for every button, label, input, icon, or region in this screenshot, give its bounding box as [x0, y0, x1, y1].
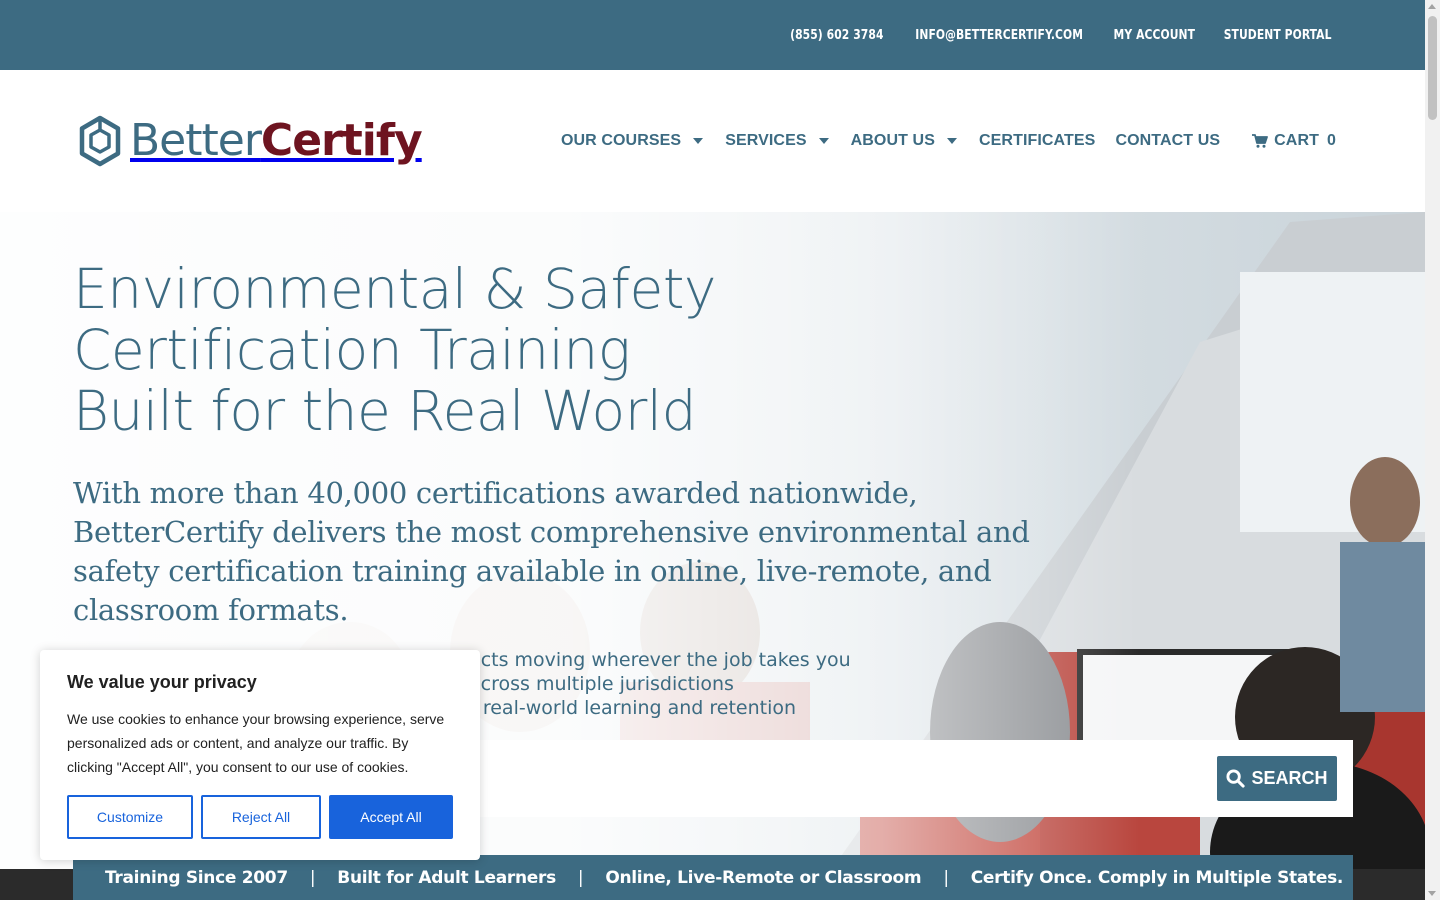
site-header: BetterCertify OUR COURSES SERVICES ABOUT…: [0, 70, 1425, 212]
utility-links: (855) 602 3784 INFO@BETTERCERTIFY.COM MY…: [786, 0, 1336, 70]
nav-contact-us-label: CONTACT US: [1115, 132, 1221, 149]
logo-link[interactable]: BetterCertify: [78, 115, 423, 167]
feature-separator: |: [577, 867, 584, 888]
cart-label: CART: [1274, 132, 1319, 149]
scroll-up-arrow-icon[interactable]: [1428, 4, 1436, 9]
hero-heading-line-2: Certification Training: [73, 318, 631, 382]
hero-heading: Environmental & Safety Certification Tra…: [73, 259, 833, 442]
top-utility-bar: (855) 602 3784 INFO@BETTERCERTIFY.COM MY…: [0, 0, 1425, 70]
scrollbar-thumb[interactable]: [1428, 16, 1437, 120]
cart-link[interactable]: CART 0: [1252, 132, 1336, 150]
feature-separator: |: [309, 867, 316, 888]
cookie-customize-button[interactable]: Customize: [67, 795, 193, 839]
feature-certify-once: Certify Once. Comply in Multiple States.: [970, 867, 1344, 888]
nav-about-us[interactable]: ABOUT US: [851, 132, 959, 150]
hero-heading-line-3: Built for the Real World: [73, 379, 697, 443]
brand-name-better: Better: [130, 115, 262, 166]
nav-about-us-label: ABOUT US: [850, 132, 935, 149]
nav-our-courses-label: OUR COURSES: [560, 132, 682, 149]
brand-wordmark: BetterCertify: [130, 119, 423, 163]
search-icon: [1226, 769, 1246, 788]
feature-formats: Online, Live-Remote or Classroom: [605, 867, 922, 888]
my-account-link[interactable]: MY ACCOUNT: [1114, 28, 1196, 43]
feature-strip: Training Since 2007 | Built for Adult Le…: [73, 855, 1353, 900]
nav-services-label: SERVICES: [725, 132, 807, 149]
nav-services[interactable]: SERVICES: [725, 132, 830, 150]
hero-subheading: With more than 40,000 certifications awa…: [73, 476, 1030, 627]
student-portal-link[interactable]: STUDENT PORTAL: [1223, 28, 1331, 43]
feature-separator: |: [943, 867, 949, 888]
search-button-label: SEARCH: [1251, 768, 1328, 788]
nav-contact-us[interactable]: CONTACT US: [1115, 132, 1220, 150]
cookie-description: We use cookies to enhance your browsing …: [67, 711, 445, 775]
cookie-reject-all-button[interactable]: Reject All: [201, 795, 321, 839]
nav-certificates[interactable]: CERTIFICATES: [979, 132, 1095, 150]
brand-name-certify: Certify: [260, 115, 423, 166]
page-scrollbar[interactable]: [1425, 0, 1440, 900]
cookie-button-group: Customize Reject All Accept All: [67, 795, 453, 839]
hexagon-logo-icon: [79, 115, 121, 167]
cookie-accept-all-button[interactable]: Accept All: [329, 795, 453, 839]
nav-our-courses[interactable]: OUR COURSES: [561, 132, 705, 150]
main-navigation: OUR COURSES SERVICES ABOUT US CERTIFICAT…: [541, 126, 1336, 156]
feature-adult-learners: Built for Adult Learners: [337, 867, 556, 888]
cart-count: 0: [1327, 132, 1336, 149]
feature-training-since: Training Since 2007: [105, 867, 288, 888]
phone-link[interactable]: (855) 602 3784: [790, 28, 883, 43]
cookie-consent-banner: We value your privacy We use cookies to …: [40, 650, 480, 860]
email-link[interactable]: INFO@BETTERCERTIFY.COM: [915, 28, 1083, 43]
caret-down-icon: [693, 138, 704, 144]
caret-down-icon: [818, 138, 829, 144]
shopping-cart-icon: [1252, 134, 1269, 148]
nav-certificates-label: CERTIFICATES: [978, 132, 1096, 149]
scroll-down-arrow-icon[interactable]: [1428, 891, 1436, 896]
caret-down-icon: [946, 138, 957, 144]
search-button[interactable]: SEARCH: [1217, 756, 1337, 801]
cookie-title: We value your privacy: [67, 672, 257, 692]
hero-heading-line-1: Environmental & Safety: [73, 257, 716, 321]
